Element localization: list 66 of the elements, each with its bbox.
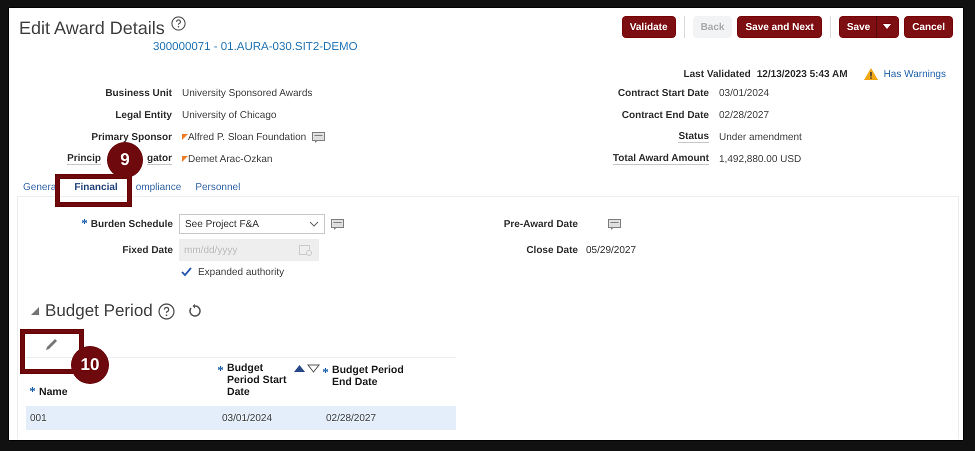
disclosure-icon[interactable] bbox=[30, 306, 40, 316]
warning-icon bbox=[864, 68, 878, 80]
field-label: Legal Entity bbox=[115, 110, 172, 120]
required-icon bbox=[323, 368, 328, 373]
save-split-button[interactable]: Save bbox=[838, 16, 900, 38]
sort-icon[interactable] bbox=[293, 364, 321, 373]
toolbar-button[interactable]: Validate bbox=[622, 16, 676, 38]
field-label: gator bbox=[147, 153, 172, 165]
field-value: Alfred P. Sloan Foundation bbox=[188, 132, 306, 142]
required-icon bbox=[218, 366, 223, 371]
field-label: Fixed Date bbox=[122, 244, 173, 256]
field-label: Business Unit bbox=[105, 88, 172, 98]
tab[interactable]: Financial bbox=[74, 182, 118, 194]
checkbox-label: Expanded authority bbox=[198, 266, 284, 278]
toolbar-button[interactable]: Save and Next bbox=[737, 16, 822, 38]
field-value: 03/01/2024 bbox=[719, 88, 770, 98]
field-value: 05/29/2027 bbox=[586, 244, 636, 256]
note-icon[interactable] bbox=[312, 132, 326, 142]
section-title: Budget Period bbox=[45, 301, 153, 321]
note-icon[interactable] bbox=[608, 218, 621, 230]
refresh-icon[interactable] bbox=[188, 304, 202, 318]
help-icon[interactable] bbox=[158, 302, 175, 320]
callout-number: 10 bbox=[71, 346, 109, 384]
required-icon bbox=[30, 387, 35, 392]
field-label: Contract Start Date bbox=[618, 88, 709, 98]
table-cell: 03/01/2024 bbox=[222, 412, 272, 424]
table-cell: 001 bbox=[30, 412, 47, 424]
field-label: Pre-Award Date bbox=[504, 218, 578, 230]
field-label: Contract End Date bbox=[622, 110, 709, 120]
field-value: University of Chicago bbox=[182, 110, 276, 120]
tab[interactable]: ompliance bbox=[136, 182, 182, 194]
callout-number: 9 bbox=[107, 142, 143, 178]
flag-icon bbox=[182, 134, 188, 140]
caret-icon bbox=[883, 24, 892, 30]
field-value: 02/28/2027 bbox=[719, 110, 770, 120]
flag-icon bbox=[182, 156, 188, 162]
column-header: Budget Period End Date bbox=[332, 364, 405, 388]
burden-schedule-select[interactable]: See Project F&A bbox=[179, 214, 325, 234]
field-label: Burden Schedule bbox=[90, 218, 173, 230]
warnings-link[interactable]: Has Warnings bbox=[884, 68, 946, 80]
note-icon[interactable] bbox=[331, 218, 344, 230]
table-row[interactable]: 001 03/01/2024 02/28/2027 bbox=[26, 406, 456, 430]
column-header: Budget Period Start Date bbox=[227, 362, 287, 398]
tab[interactable]: Genera bbox=[23, 182, 56, 194]
field-label: Close Date bbox=[526, 244, 578, 256]
chevron-icon bbox=[309, 221, 319, 227]
field-value: Under amendment bbox=[719, 132, 802, 142]
last-validated-value: 12/13/2023 5:43 AM bbox=[756, 68, 848, 80]
column-header: Name bbox=[39, 386, 68, 398]
toolbar-button[interactable]: Cancel bbox=[904, 16, 953, 38]
field-value: University Sponsored Awards bbox=[182, 88, 312, 98]
field-label: Total Award Amount bbox=[612, 153, 709, 165]
tab[interactable]: Personnel bbox=[195, 182, 240, 194]
field-value: 1,492,880.00 USD bbox=[719, 154, 802, 164]
record-link[interactable]: 300000071 - 01.AURA-030.SIT2-DEMO bbox=[153, 41, 358, 53]
field-label: Princip bbox=[67, 153, 101, 165]
field-label: Primary Sponsor bbox=[91, 132, 172, 142]
checkmark-icon[interactable] bbox=[181, 267, 192, 277]
field-label: Status bbox=[678, 131, 709, 143]
required-icon bbox=[82, 218, 87, 224]
field-value: Demet Arac-Ozkan bbox=[188, 154, 272, 164]
help-icon[interactable] bbox=[170, 16, 186, 31]
page-title: Edit Award Details bbox=[19, 18, 165, 39]
edit-icon[interactable] bbox=[44, 336, 59, 352]
last-validated-label: Last Validated bbox=[684, 68, 751, 80]
table-cell: 02/28/2027 bbox=[326, 412, 376, 424]
